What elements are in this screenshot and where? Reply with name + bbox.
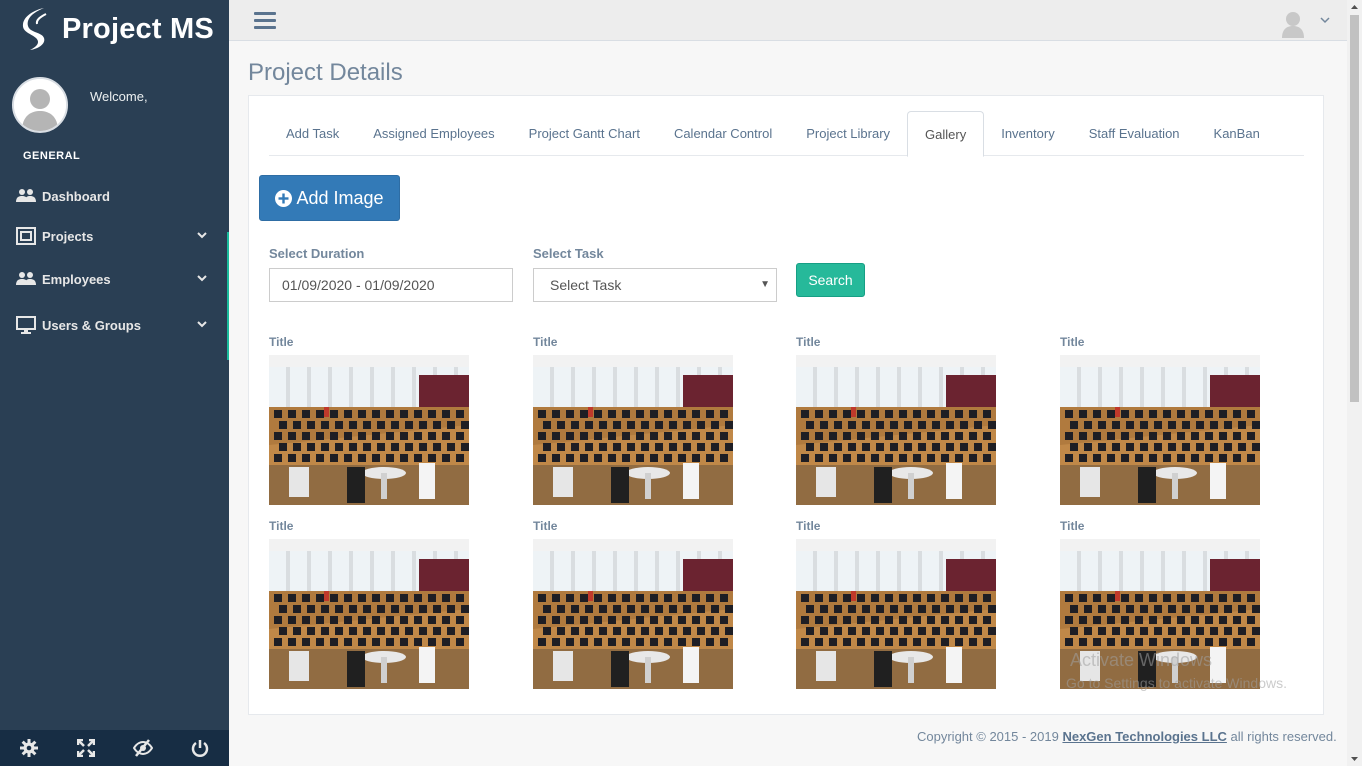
windows-watermark-subtitle: Go to Settings to activate Windows. — [1066, 675, 1287, 691]
sidebar-footer — [0, 730, 229, 766]
eye-slash-icon — [133, 739, 154, 757]
page-scrollbar[interactable] — [1347, 0, 1362, 766]
gallery-item-title: Title — [1060, 519, 1085, 533]
brand-logo-icon — [22, 8, 47, 50]
profile: Welcome, — [12, 77, 148, 133]
task-select[interactable]: Select Task ▼ — [533, 268, 777, 302]
sidebar-item-users-groups[interactable]: Users & Groups — [0, 302, 229, 348]
duration-value: 01/09/2020 - 01/09/2020 — [282, 277, 435, 293]
sidebar-item-label: Projects — [42, 228, 94, 244]
scroll-up-icon[interactable] — [1350, 3, 1359, 11]
tab-gallery[interactable]: Gallery — [907, 111, 985, 157]
plus-circle-icon — [275, 189, 293, 207]
menu-toggle-icon[interactable] — [254, 12, 276, 30]
tab-add-task[interactable]: Add Task — [269, 111, 356, 156]
gallery-image[interactable] — [269, 539, 469, 689]
gallery-image[interactable] — [796, 539, 996, 689]
users-icon — [15, 187, 37, 205]
gallery-image[interactable] — [1060, 355, 1260, 505]
sidebar: Project MS Welcome, GENERAL Dashboard Pr… — [0, 0, 229, 766]
sidebar-item-label: Employees — [42, 271, 111, 287]
desktop-icon — [15, 316, 37, 334]
gallery-item-title: Title — [533, 335, 558, 349]
chevron-down-icon[interactable] — [1320, 16, 1330, 24]
sidebar-accent-bar — [227, 232, 229, 360]
add-image-label: Add Image — [296, 187, 384, 208]
sidebar-item-label: Dashboard — [42, 188, 110, 204]
gallery-item-title: Title — [269, 519, 294, 533]
tab-bar: Add Task Assigned Employees Project Gantt … — [269, 111, 1304, 157]
user-avatar-icon — [14, 79, 66, 131]
duration-label: Select Duration — [269, 246, 365, 261]
copyright-footer: Copyright © 2015 - 2019 NexGen Technolog… — [917, 729, 1337, 744]
brand-title: Project MS — [62, 12, 214, 45]
fullscreen-button[interactable] — [57, 730, 114, 766]
gallery-item-title: Title — [796, 519, 821, 533]
duration-input[interactable]: 01/09/2020 - 01/09/2020 — [269, 268, 513, 302]
windows-watermark-title: Activate Windows — [1070, 650, 1213, 670]
sidebar-menu: Dashboard Projects Employees Users & Gro… — [0, 176, 229, 348]
tab-project-library[interactable]: Project Library — [789, 111, 907, 156]
chevron-down-icon — [197, 275, 207, 282]
sidebar-item-label: Users & Groups — [42, 317, 141, 333]
copyright-prefix: Copyright © 2015 - 2019 — [917, 729, 1063, 744]
gallery-item-title: Title — [533, 519, 558, 533]
project-panel: Add Task Assigned Employees Project Gantt … — [248, 95, 1324, 715]
top-nav — [229, 0, 1347, 41]
tab-kanban[interactable]: KanBan — [1197, 111, 1277, 156]
caret-down-icon: ▼ — [760, 279, 770, 290]
project-icon — [15, 227, 37, 245]
chevron-down-icon — [197, 321, 207, 328]
chevron-down-icon — [197, 232, 207, 239]
search-button[interactable]: Search — [796, 263, 865, 297]
tab-project-gantt-chart[interactable]: Project Gantt Chart — [512, 111, 657, 156]
search-button-label: Search — [808, 272, 853, 288]
sidebar-item-dashboard[interactable]: Dashboard — [0, 176, 229, 216]
task-select-value: Select Task — [550, 277, 622, 293]
tab-inventory[interactable]: Inventory — [984, 111, 1071, 156]
brand[interactable]: Project MS — [0, 0, 229, 58]
gallery-item-title: Title — [269, 335, 294, 349]
scroll-thumb[interactable] — [1350, 15, 1359, 402]
gallery-image[interactable] — [533, 355, 733, 505]
sidebar-item-employees[interactable]: Employees — [0, 256, 229, 302]
gallery-image[interactable] — [796, 355, 996, 505]
welcome-text: Welcome, — [90, 89, 148, 104]
power-icon — [192, 740, 209, 757]
lock-button[interactable] — [115, 730, 172, 766]
avatar — [12, 77, 68, 133]
gallery-item-title: Title — [1060, 335, 1085, 349]
tab-assigned-employees[interactable]: Assigned Employees — [356, 111, 511, 156]
page-title: Project Details — [248, 59, 403, 86]
company-link[interactable]: NexGen Technologies LLC — [1062, 729, 1226, 744]
sidebar-item-projects[interactable]: Projects — [0, 216, 229, 256]
scroll-down-icon[interactable] — [1350, 755, 1359, 763]
menu-section-title: GENERAL — [23, 150, 81, 162]
logout-button[interactable] — [172, 730, 229, 766]
settings-button[interactable] — [0, 730, 57, 766]
tab-calendar-control[interactable]: Calendar Control — [657, 111, 789, 156]
copyright-suffix: all rights reserved. — [1226, 729, 1337, 744]
add-image-button[interactable]: Add Image — [259, 175, 400, 221]
users-icon — [15, 270, 37, 288]
gallery-image[interactable] — [269, 355, 469, 505]
gallery-image[interactable] — [533, 539, 733, 689]
gear-icon — [19, 739, 38, 757]
tab-staff-evaluation[interactable]: Staff Evaluation — [1072, 111, 1197, 156]
fullscreen-icon — [76, 739, 95, 757]
gallery-item-title: Title — [796, 335, 821, 349]
user-profile-icon[interactable] — [1281, 10, 1305, 38]
task-label: Select Task — [533, 246, 604, 261]
